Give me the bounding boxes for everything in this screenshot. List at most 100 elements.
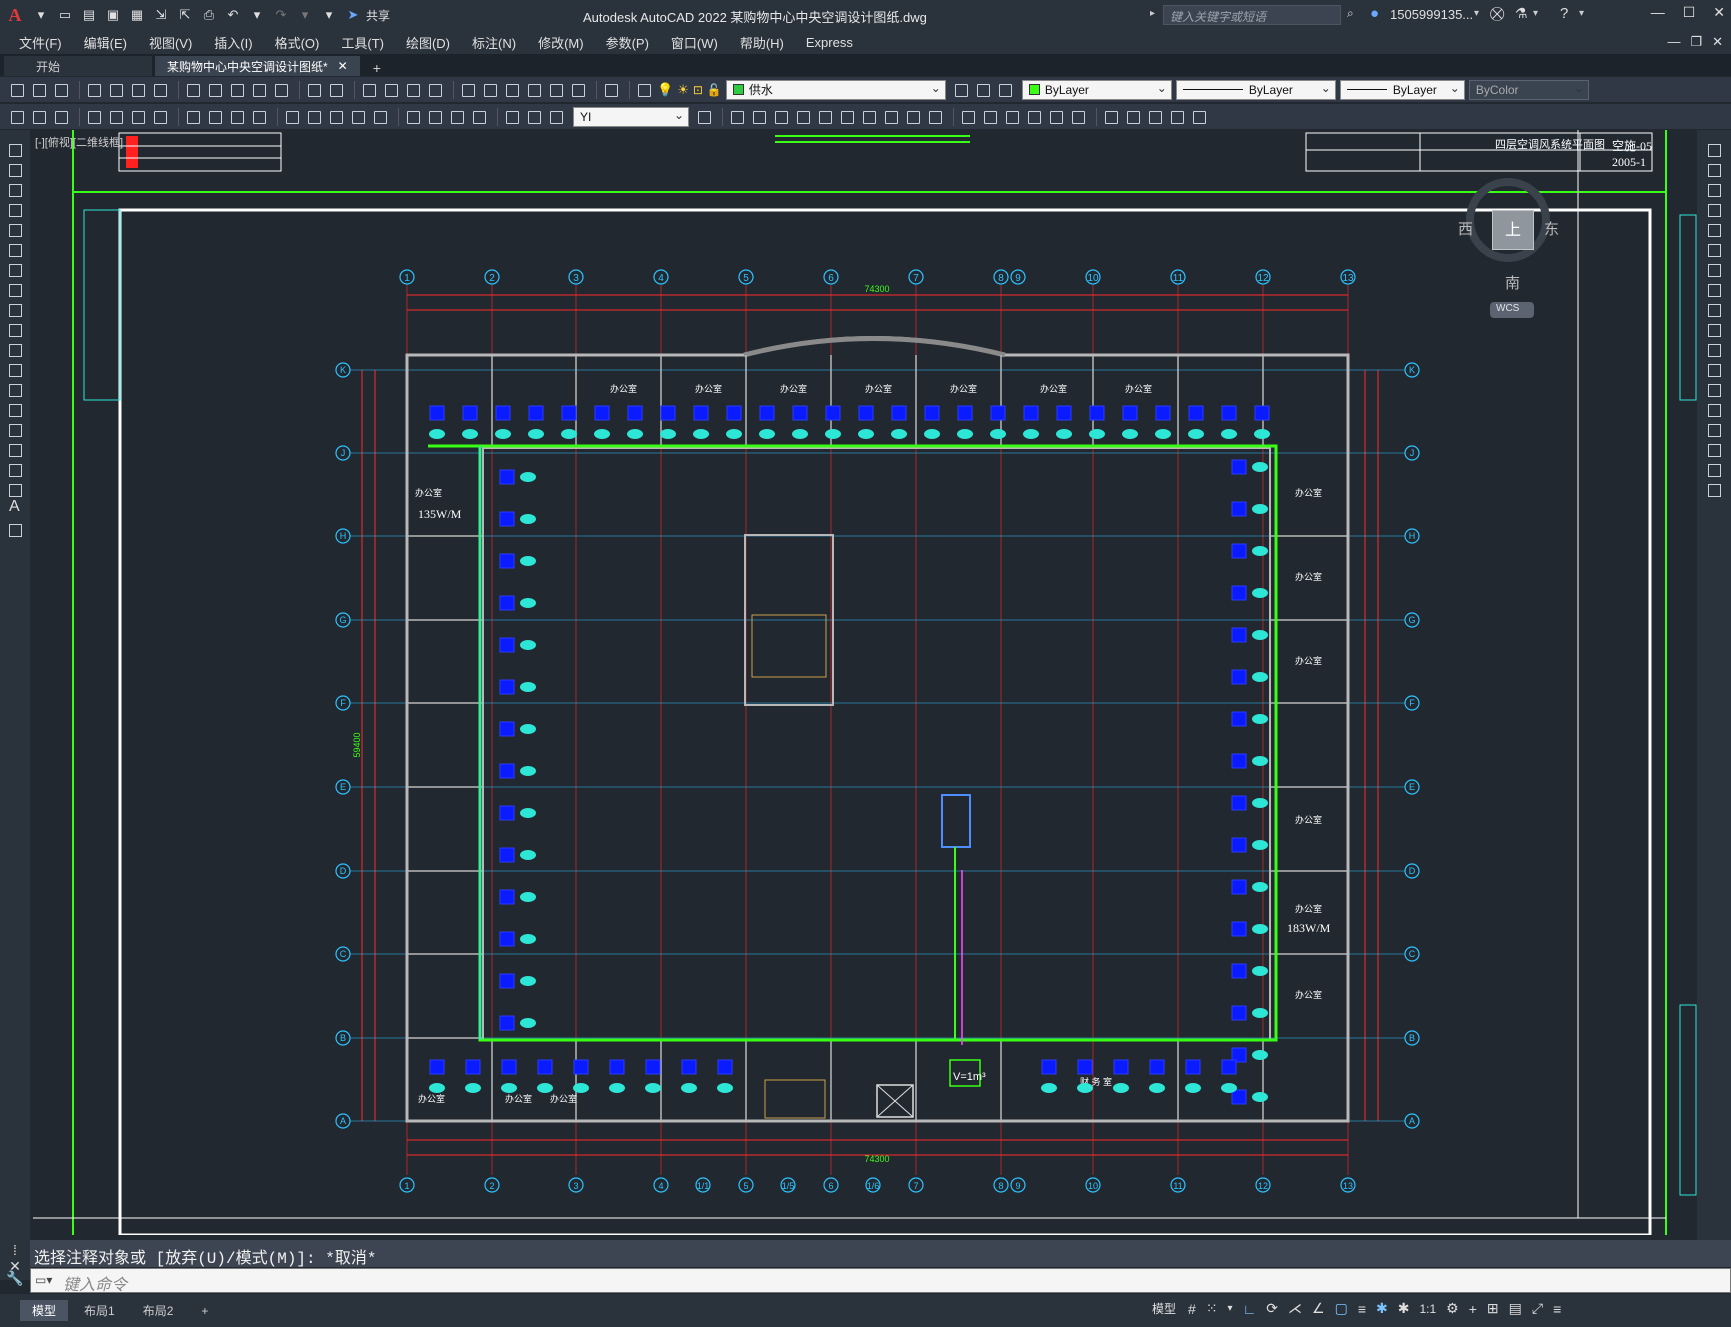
- join-modify-icon[interactable]: [1705, 402, 1723, 418]
- fan-coil-unit-symbol[interactable]: [717, 1083, 733, 1093]
- qnew-icon[interactable]: [8, 81, 25, 98]
- new-file-icon[interactable]: ▭: [54, 4, 76, 26]
- quick-dim-icon[interactable]: [283, 108, 300, 125]
- binoculars-icon[interactable]: ⌕: [1347, 6, 1354, 21]
- fan-coil-unit-symbol[interactable]: [1252, 462, 1268, 472]
- air-diffuser-symbol[interactable]: [499, 637, 515, 653]
- fan-coil-unit-symbol[interactable]: [528, 429, 544, 439]
- break-icon[interactable]: [959, 108, 976, 125]
- menu-help[interactable]: 帮助(H): [729, 33, 795, 52]
- extend-modify-icon[interactable]: [1705, 342, 1723, 358]
- fan-coil-unit-symbol[interactable]: [792, 429, 808, 439]
- air-diffuser-symbol[interactable]: [499, 763, 515, 779]
- grid-icon[interactable]: #: [1188, 1301, 1196, 1317]
- fan-coil-unit-symbol[interactable]: [465, 1083, 481, 1093]
- mirror-icon[interactable]: [750, 108, 767, 125]
- air-diffuser-symbol[interactable]: [792, 405, 808, 421]
- make-current-layer-icon[interactable]: [952, 81, 969, 98]
- air-diffuser-symbol[interactable]: [627, 405, 643, 421]
- redo-tool-icon[interactable]: [327, 81, 344, 98]
- viewport-label[interactable]: [-][俯视][二维线框]: [35, 134, 123, 150]
- print-icon[interactable]: ⎙: [198, 4, 220, 26]
- fan-coil-unit-symbol[interactable]: [429, 429, 445, 439]
- fan-coil-unit-symbol[interactable]: [1252, 504, 1268, 514]
- fan-coil-unit-symbol[interactable]: [1254, 429, 1270, 439]
- array-modify-icon[interactable]: [1705, 222, 1723, 238]
- fan-coil-unit-symbol[interactable]: [520, 556, 536, 566]
- air-diffuser-symbol[interactable]: [1231, 963, 1247, 979]
- redo-dropdown-icon[interactable]: ▾: [294, 4, 316, 26]
- air-diffuser-symbol[interactable]: [1149, 1059, 1165, 1075]
- viewcube-east[interactable]: 东: [1544, 218, 1559, 239]
- menu-view[interactable]: 视图(V): [138, 33, 203, 52]
- design-center-icon[interactable]: [481, 81, 498, 98]
- menu-window[interactable]: 窗口(W): [660, 33, 729, 52]
- dim-update-icon[interactable]: [547, 108, 564, 125]
- air-diffuser-symbol[interactable]: [717, 1059, 733, 1075]
- air-diffuser-symbol[interactable]: [645, 1059, 661, 1075]
- undo-tool-icon[interactable]: [305, 81, 322, 98]
- air-diffuser-symbol[interactable]: [1231, 627, 1247, 643]
- fan-coil-unit-symbol[interactable]: [520, 934, 536, 944]
- fillet-modify-icon[interactable]: [1705, 442, 1723, 458]
- customization-icon[interactable]: ≡: [1553, 1301, 1561, 1317]
- air-diffuser-symbol[interactable]: [1231, 669, 1247, 685]
- fan-coil-unit-symbol[interactable]: [693, 429, 709, 439]
- angular-dim-icon[interactable]: [250, 108, 267, 125]
- redo-icon[interactable]: ↷: [270, 4, 292, 26]
- group-select-icon[interactable]: [1168, 108, 1185, 125]
- center-mark-icon[interactable]: [426, 108, 443, 125]
- air-diffuser-symbol[interactable]: [499, 973, 515, 989]
- arc-icon[interactable]: [6, 242, 24, 258]
- undo-dropdown-icon[interactable]: ▾: [246, 4, 268, 26]
- rotate-icon[interactable]: [838, 108, 855, 125]
- fan-coil-unit-symbol[interactable]: [1252, 924, 1268, 934]
- menu-file[interactable]: 文件(F): [8, 33, 73, 52]
- ungroup-icon[interactable]: [1124, 108, 1141, 125]
- layer-match-icon[interactable]: [30, 108, 47, 125]
- layout-tab-model[interactable]: 模型: [20, 1300, 69, 1321]
- fan-coil-unit-symbol[interactable]: [1113, 1083, 1129, 1093]
- menu-draw[interactable]: 绘图(D): [395, 33, 461, 52]
- diameter-dim-icon[interactable]: [228, 108, 245, 125]
- copy-clip-icon[interactable]: [728, 108, 745, 125]
- help-tool-icon[interactable]: [602, 81, 619, 98]
- air-diffuser-symbol[interactable]: [1041, 1059, 1057, 1075]
- fan-coil-unit-symbol[interactable]: [1252, 672, 1268, 682]
- jogged-dim-icon[interactable]: [206, 108, 223, 125]
- lineweight-icon[interactable]: ≡: [1358, 1301, 1366, 1317]
- command-input[interactable]: 键入命令: [30, 1268, 1731, 1294]
- fan-coil-unit-symbol[interactable]: [1252, 1008, 1268, 1018]
- break-modify-icon[interactable]: [1705, 382, 1723, 398]
- baseline-dim-icon[interactable]: [305, 108, 322, 125]
- dim-style-icon[interactable]: [695, 108, 712, 125]
- air-diffuser-symbol[interactable]: [609, 1059, 625, 1075]
- lineweight-dropdown[interactable]: ByLayer: [1339, 79, 1465, 100]
- draworder-icon[interactable]: [1190, 108, 1207, 125]
- text-style-dropdown[interactable]: YI: [573, 106, 689, 127]
- air-diffuser-symbol[interactable]: [499, 595, 515, 611]
- menu-dimension[interactable]: 标注(N): [461, 33, 527, 52]
- blend-modify-icon[interactable]: [1705, 462, 1723, 478]
- snap-dropdown-icon[interactable]: ▾: [1228, 1303, 1233, 1314]
- block-editor-icon[interactable]: [272, 81, 289, 98]
- menu-parametric[interactable]: 参数(P): [595, 33, 660, 52]
- fan-coil-unit-symbol[interactable]: [520, 514, 536, 524]
- quickcalc-icon[interactable]: [569, 81, 586, 98]
- fan-coil-unit-symbol[interactable]: [726, 429, 742, 439]
- air-diffuser-symbol[interactable]: [499, 469, 515, 485]
- layout-tab-2[interactable]: 布局2: [131, 1300, 186, 1321]
- save-icon[interactable]: ▣: [102, 4, 124, 26]
- air-diffuser-symbol[interactable]: [1122, 405, 1138, 421]
- air-diffuser-symbol[interactable]: [957, 405, 973, 421]
- user-icon[interactable]: ●: [1370, 5, 1379, 22]
- fan-coil-unit-symbol[interactable]: [990, 429, 1006, 439]
- autocad-logo[interactable]: A: [0, 0, 30, 30]
- fan-coil-unit-symbol[interactable]: [1188, 429, 1204, 439]
- circle-icon[interactable]: [6, 262, 24, 278]
- chamfer-modify-icon[interactable]: [1705, 422, 1723, 438]
- close-icon[interactable]: ✕: [1713, 4, 1725, 21]
- layout-tab-1[interactable]: 布局1: [72, 1300, 127, 1321]
- fan-coil-unit-symbol[interactable]: [520, 1018, 536, 1028]
- radius-dim-icon[interactable]: [184, 108, 201, 125]
